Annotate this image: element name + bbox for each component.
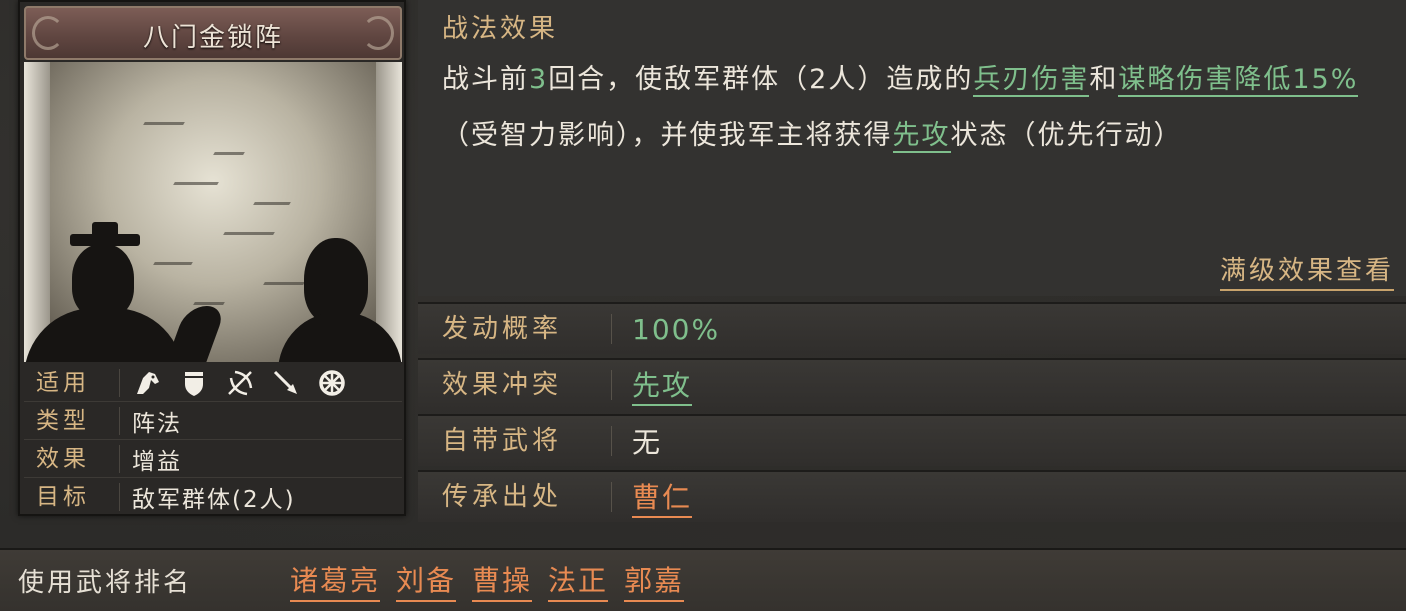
- general-link[interactable]: 刘备: [396, 559, 457, 602]
- effect-segment: （受智力影响），并使我军主将获得: [442, 120, 893, 151]
- keyword-link[interactable]: 谋略伤害降低15%: [1118, 64, 1359, 97]
- attribute-list: 发动概率 100% 效果冲突 先攻 自带武将 无 传承出处 曹仁: [418, 302, 1406, 526]
- property-row-type: 类型 阵法: [24, 402, 402, 440]
- property-row-applicable: 适用: [24, 364, 402, 402]
- conflict-keyword-link[interactable]: 先攻: [632, 364, 693, 406]
- general-link[interactable]: 法正: [548, 559, 609, 602]
- effect-segment: 状态（优先行动）: [950, 120, 1183, 151]
- tactic-name: 八门金锁阵: [142, 23, 283, 53]
- property-value: 增益: [132, 448, 182, 475]
- wheel-icon: [316, 367, 348, 399]
- property-row-target: 目标 敌军群体(2人): [24, 478, 402, 516]
- property-key: 效果: [24, 444, 120, 473]
- shield-icon: [178, 367, 210, 399]
- general-link[interactable]: 曹操: [472, 559, 533, 602]
- attribute-row-conflict: 效果冲突 先攻: [418, 358, 1406, 410]
- attribute-row-trigger-rate: 发动概率 100%: [418, 302, 1406, 354]
- attribute-key: 自带武将: [418, 426, 612, 456]
- bow-icon: [224, 367, 256, 399]
- property-value: 阵法: [132, 410, 182, 437]
- attribute-value: 100%: [632, 312, 721, 346]
- full-level-effect-button[interactable]: 满级效果查看: [1219, 250, 1394, 291]
- attribute-value: 无: [632, 426, 663, 459]
- cavalry-icon: [132, 367, 164, 399]
- effect-segment: 战斗前: [442, 64, 529, 95]
- keyword-link[interactable]: 兵刃伤害: [973, 64, 1090, 97]
- property-value: 敌军群体(2人): [132, 487, 296, 513]
- attribute-row-inherit-source: 传承出处 曹仁: [418, 470, 1406, 522]
- effect-label: 战法效果: [442, 14, 559, 44]
- property-key: 目标: [24, 483, 120, 511]
- spear-icon: [270, 367, 302, 399]
- tactic-properties: 适用 类型 阵法 效果 增益 目标 敌军群体(2人): [24, 364, 402, 516]
- property-key: 类型: [24, 406, 120, 435]
- attribute-key: 效果冲突: [418, 370, 612, 400]
- effect-segment: 回合，使敌军群体（2人）造成的: [548, 64, 974, 95]
- property-row-effect: 效果 增益: [24, 440, 402, 478]
- applicable-unit-icons: [120, 367, 348, 399]
- keyword-link[interactable]: 先攻: [892, 120, 951, 153]
- tactic-card: 八门金锁阵 适用 类型 阵法 效果 增益 目标 敌军群体(2人): [18, 0, 406, 516]
- usage-ranking-bar: 使用武将排名 诸葛亮 刘备 曹操 法正 郭嘉: [0, 548, 1406, 611]
- tactic-illustration: [24, 62, 402, 362]
- property-key: 适用: [24, 368, 120, 397]
- attribute-key: 发动概率: [418, 314, 612, 344]
- attribute-row-native-general: 自带武将 无: [418, 414, 1406, 466]
- inherit-general-link[interactable]: 曹仁: [632, 476, 693, 518]
- effect-panel: 战法效果 战斗前3回合，使敌军群体（2人）造成的兵刃伤害和谋略伤害降低15% （受…: [418, 0, 1406, 296]
- general-link[interactable]: 郭嘉: [624, 559, 685, 602]
- tactic-title-plate: 八门金锁阵: [24, 6, 402, 60]
- effect-highlight: 3: [529, 64, 549, 95]
- effect-description: 战斗前3回合，使敌军群体（2人）造成的兵刃伤害和谋略伤害降低15% （受智力影响）…: [442, 52, 1392, 164]
- attribute-key: 传承出处: [418, 482, 612, 512]
- effect-segment: 和: [1089, 64, 1119, 95]
- ranking-label: 使用武将排名: [18, 568, 193, 598]
- general-link[interactable]: 诸葛亮: [290, 559, 381, 602]
